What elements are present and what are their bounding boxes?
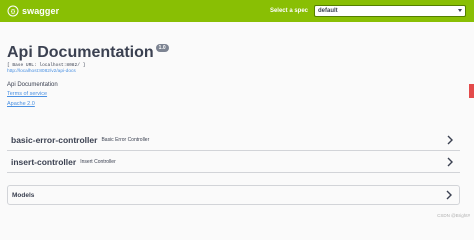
spec-selector: Select a spec default xyxy=(270,5,466,17)
controller-basic-error[interactable]: basic-error-controller Basic Error Contr… xyxy=(7,130,460,151)
api-docs-link[interactable]: http://localhost:8082/v2/api-docs xyxy=(7,69,447,75)
license-link[interactable]: Apache 2.0 xyxy=(7,99,447,109)
api-info: Api Documentation 1.0 [ Base URL: localh… xyxy=(7,43,447,109)
swagger-logo-text: swagger xyxy=(22,6,60,16)
title-row: Api Documentation 1.0 xyxy=(7,43,447,62)
scrollbar-thumb[interactable] xyxy=(469,84,474,98)
chevron-right-icon xyxy=(447,157,453,167)
chevron-down-icon xyxy=(458,9,462,12)
version-badge: 1.0 xyxy=(155,44,169,52)
api-description: Api Documentation xyxy=(7,82,58,88)
topbar: {} swagger Select a spec default xyxy=(0,0,474,22)
models-label: Models xyxy=(12,191,35,199)
swagger-logo-icon: {} xyxy=(7,5,19,17)
swagger-logo[interactable]: {} swagger xyxy=(7,0,59,22)
terms-of-service-link[interactable]: Terms of service xyxy=(7,89,447,99)
spec-selector-label: Select a spec xyxy=(269,8,308,14)
watermark: CSDN @Bright# xyxy=(437,213,470,218)
spec-select-value: default xyxy=(318,8,338,14)
chevron-right-icon xyxy=(447,135,453,145)
chevron-right-icon xyxy=(446,190,452,200)
models-section[interactable]: Models xyxy=(7,185,460,205)
controller-name: insert-controller xyxy=(11,157,77,167)
controller-description: Insert Controller xyxy=(80,159,116,165)
controller-insert[interactable]: insert-controller Insert Controller xyxy=(7,152,460,173)
controller-name: basic-error-controller xyxy=(11,135,98,145)
controller-description: Basic Error Controller xyxy=(101,137,150,143)
spec-select-dropdown[interactable]: default xyxy=(314,5,466,17)
page-title: Api Documentation xyxy=(7,44,154,61)
